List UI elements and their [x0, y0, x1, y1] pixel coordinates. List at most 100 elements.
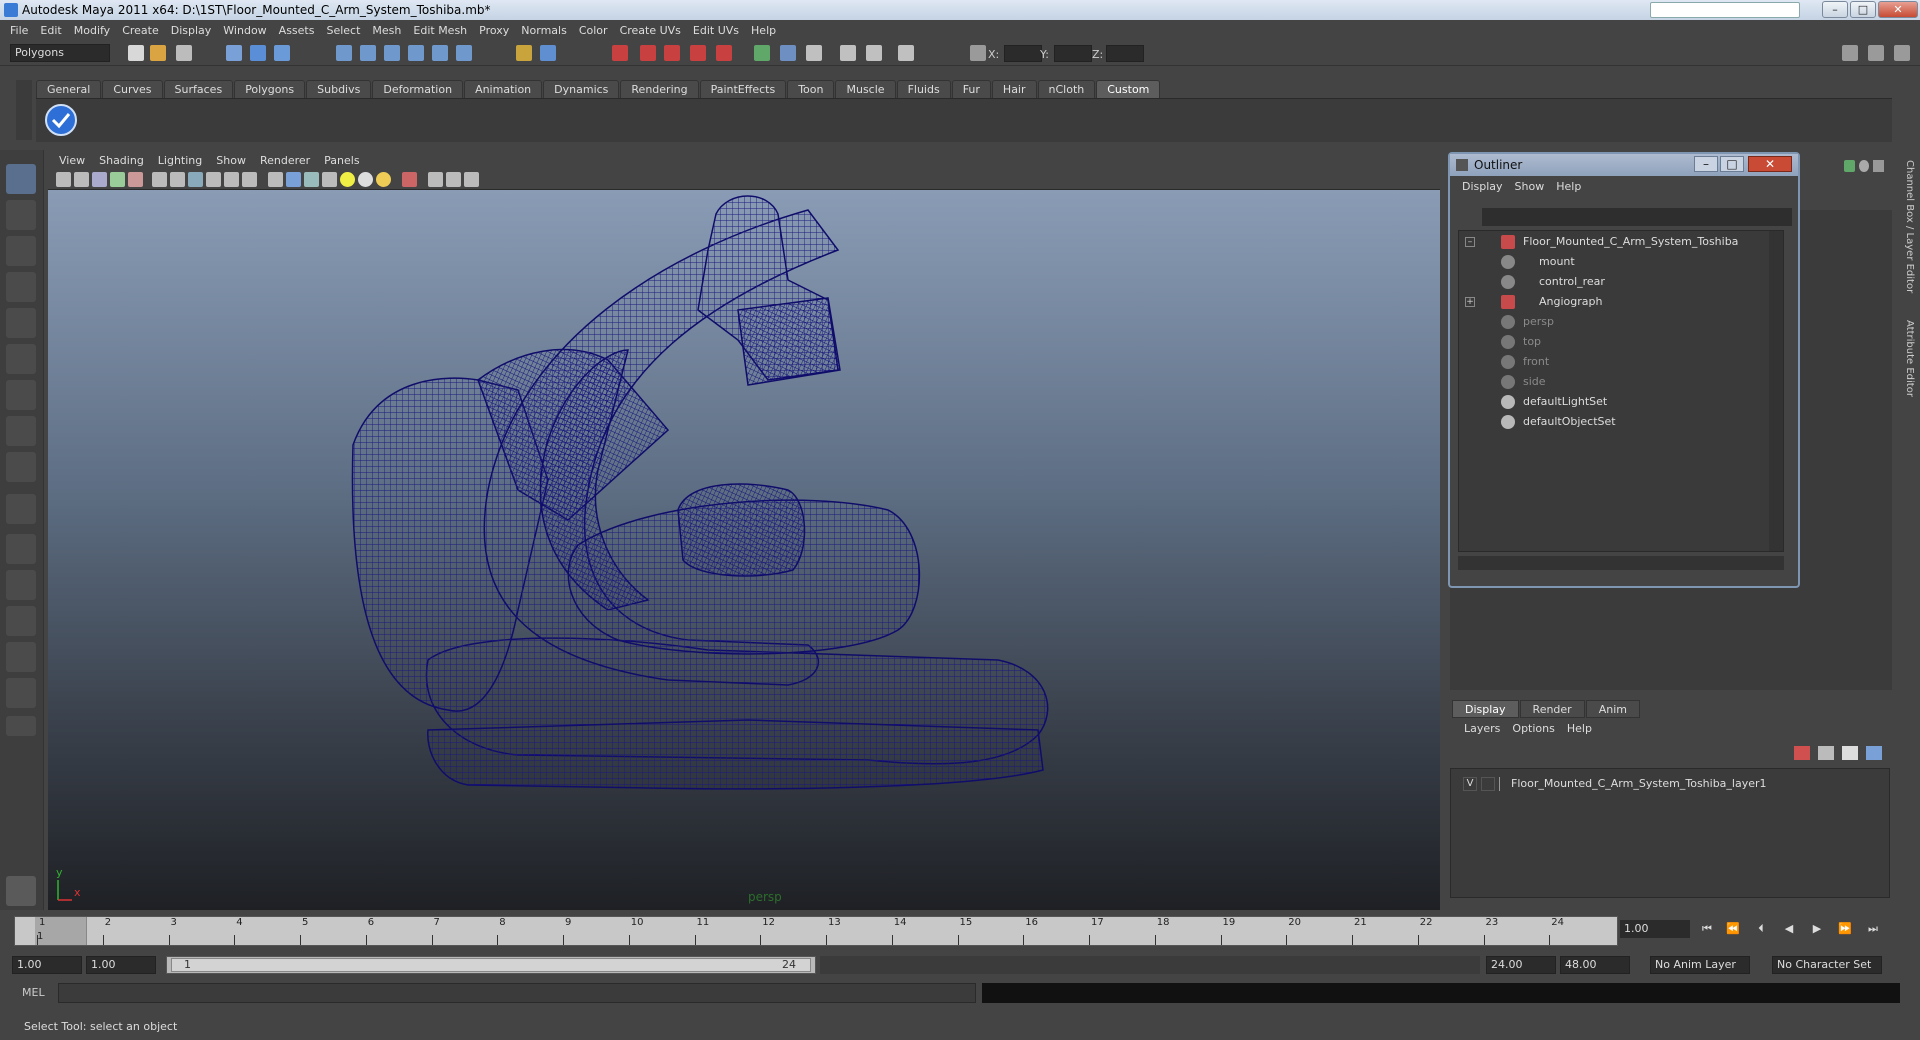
shelf-tab-painteffects[interactable]: PaintEffects	[699, 80, 787, 98]
channels-icon[interactable]	[1844, 160, 1855, 172]
scale-tool-icon[interactable]	[6, 344, 36, 374]
move-layer-up-icon[interactable]	[1794, 746, 1810, 760]
default-light-icon[interactable]	[340, 172, 355, 187]
lasso-tool-icon[interactable]	[6, 200, 36, 230]
ipr-render-icon[interactable]	[640, 45, 656, 61]
anim-layer-dropdown[interactable]: No Anim Layer	[1650, 956, 1750, 974]
shelf-tab-deformation[interactable]: Deformation	[372, 80, 464, 98]
grid-toggle-icon[interactable]	[152, 172, 167, 187]
shelf-tab-fur[interactable]: Fur	[951, 80, 991, 98]
snap-grid-icon[interactable]	[336, 45, 352, 61]
layer-visibility-toggle[interactable]: V	[1463, 777, 1477, 791]
manipulator-tool-icon[interactable]	[6, 380, 36, 410]
shadows-icon[interactable]	[376, 172, 391, 187]
checkmark-shelf-icon[interactable]	[44, 103, 78, 137]
outliner-menu-help[interactable]: Help	[1550, 180, 1587, 193]
shelf-tab-animation[interactable]: Animation	[464, 80, 543, 98]
outliner-vertical-scrollbar[interactable]	[1769, 231, 1783, 551]
collapse-icon[interactable]: –	[1465, 237, 1475, 247]
single-pane-layout-icon[interactable]	[6, 494, 36, 524]
textured-icon[interactable]	[322, 172, 337, 187]
viewport-menu-show[interactable]: Show	[209, 154, 253, 167]
range-slider[interactable]: 1 24	[166, 956, 816, 974]
menu-set-dropdown[interactable]: Polygons	[10, 44, 110, 62]
show-tool-settings-icon[interactable]	[1894, 45, 1910, 61]
shelf-tab-fluids[interactable]: Fluids	[896, 80, 951, 98]
shelf-tab-toon[interactable]: Toon	[787, 80, 835, 98]
rotate-tool-icon[interactable]	[6, 308, 36, 338]
menu-create-uvs[interactable]: Create UVs	[614, 24, 687, 37]
select-hierarchy-icon[interactable]	[226, 45, 242, 61]
attribute-icon[interactable]	[1858, 160, 1870, 172]
shelf-tab-hair[interactable]: Hair	[991, 80, 1037, 98]
outliner-item-front[interactable]: front	[1459, 353, 1769, 371]
outliner-menu-display[interactable]: Display	[1456, 180, 1509, 193]
outliner-minimize-button[interactable]: –	[1694, 156, 1718, 172]
outliner-item-side[interactable]: side	[1459, 373, 1769, 391]
render-frame-icon[interactable]	[612, 45, 628, 61]
shelf-tab-muscle[interactable]: Muscle	[835, 80, 896, 98]
outliner-title-bar[interactable]: Outliner – □ ✕	[1450, 154, 1798, 176]
perspective-viewport[interactable]: y x persp	[48, 190, 1440, 910]
outliner-horizontal-scrollbar[interactable]	[1458, 556, 1784, 570]
shelf-tab-curves[interactable]: Curves	[102, 80, 163, 98]
select-component-icon[interactable]	[274, 45, 290, 61]
show-channel-box-icon[interactable]	[1842, 45, 1858, 61]
xray-joints-icon[interactable]	[446, 172, 461, 187]
two-d-pan-icon[interactable]	[128, 172, 143, 187]
command-input[interactable]	[58, 983, 976, 1003]
outliner-menu-show[interactable]: Show	[1509, 180, 1551, 193]
field-chart-icon[interactable]	[224, 172, 239, 187]
outliner-filter-input[interactable]	[1482, 208, 1792, 226]
go-to-end-button[interactable]: ⏭	[1864, 922, 1882, 938]
layout-options-icon[interactable]	[6, 716, 36, 736]
outliner-maximize-button[interactable]: □	[1720, 156, 1744, 172]
smooth-shade-icon[interactable]	[286, 172, 301, 187]
script-layout-icon[interactable]	[6, 678, 36, 708]
menu-edit-uvs[interactable]: Edit UVs	[687, 24, 745, 37]
step-back-key-button[interactable]: ⏪	[1724, 922, 1742, 938]
side-tab-channel-box[interactable]: Channel Box / Layer Editor	[1904, 160, 1915, 293]
paint-select-tool-icon[interactable]	[6, 236, 36, 266]
all-lights-icon[interactable]	[358, 172, 373, 187]
shelf-tab-custom[interactable]: Custom	[1096, 80, 1161, 98]
camera-select-icon[interactable]	[56, 172, 71, 187]
snap-plane-icon[interactable]	[408, 45, 424, 61]
menu-color[interactable]: Color	[573, 24, 614, 37]
render-view-icon[interactable]	[716, 45, 732, 61]
menu-edit-mesh[interactable]: Edit Mesh	[407, 24, 473, 37]
layer-menu-options[interactable]: Options	[1506, 722, 1560, 735]
shelf-tab-dynamics[interactable]: Dynamics	[543, 80, 620, 98]
xray-icon[interactable]	[428, 172, 443, 187]
toggle-sidebar-icon[interactable]	[754, 45, 770, 61]
graph-layout-icon[interactable]	[6, 606, 36, 636]
layer-editor-icon[interactable]	[898, 45, 914, 61]
select-tool-icon[interactable]	[6, 164, 36, 194]
snap-curve-icon[interactable]	[360, 45, 376, 61]
layer-tab-anim[interactable]: Anim	[1585, 700, 1640, 718]
channel-box-icon[interactable]	[866, 45, 882, 61]
x-field[interactable]	[1004, 45, 1042, 62]
save-scene-icon[interactable]	[176, 45, 192, 61]
image-plane-icon[interactable]	[110, 172, 125, 187]
layer-menu-help[interactable]: Help	[1561, 722, 1598, 735]
play-forward-button[interactable]: ▶	[1808, 922, 1826, 938]
shelf-tab-ncloth[interactable]: nCloth	[1037, 80, 1096, 98]
absolute-transform-icon[interactable]	[970, 45, 986, 61]
select-object-icon[interactable]	[250, 45, 266, 61]
shelf-tab-subdivs[interactable]: Subdivs	[306, 80, 372, 98]
shelf-options-handle[interactable]	[16, 80, 32, 140]
outliner-item-root[interactable]: – Floor_Mounted_C_Arm_System_Toshiba	[1459, 233, 1769, 251]
outliner-item-default-light-set[interactable]: defaultLightSet	[1459, 393, 1769, 411]
resolution-gate-icon[interactable]	[188, 172, 203, 187]
render-settings-icon[interactable]	[664, 45, 680, 61]
viewport-menu-shading[interactable]: Shading	[92, 154, 151, 167]
layer-display-type-toggle[interactable]	[1481, 777, 1495, 791]
toggle-attribute-icon[interactable]	[806, 45, 822, 61]
safe-action-icon[interactable]	[242, 172, 257, 187]
side-tab-attribute-editor[interactable]: Attribute Editor	[1904, 320, 1915, 397]
outliner-close-button[interactable]: ✕	[1748, 156, 1792, 172]
outliner-layout-icon[interactable]	[6, 570, 36, 600]
outliner-item-control-rear[interactable]: control_rear	[1459, 273, 1769, 291]
new-layer-icon[interactable]	[1842, 746, 1858, 760]
